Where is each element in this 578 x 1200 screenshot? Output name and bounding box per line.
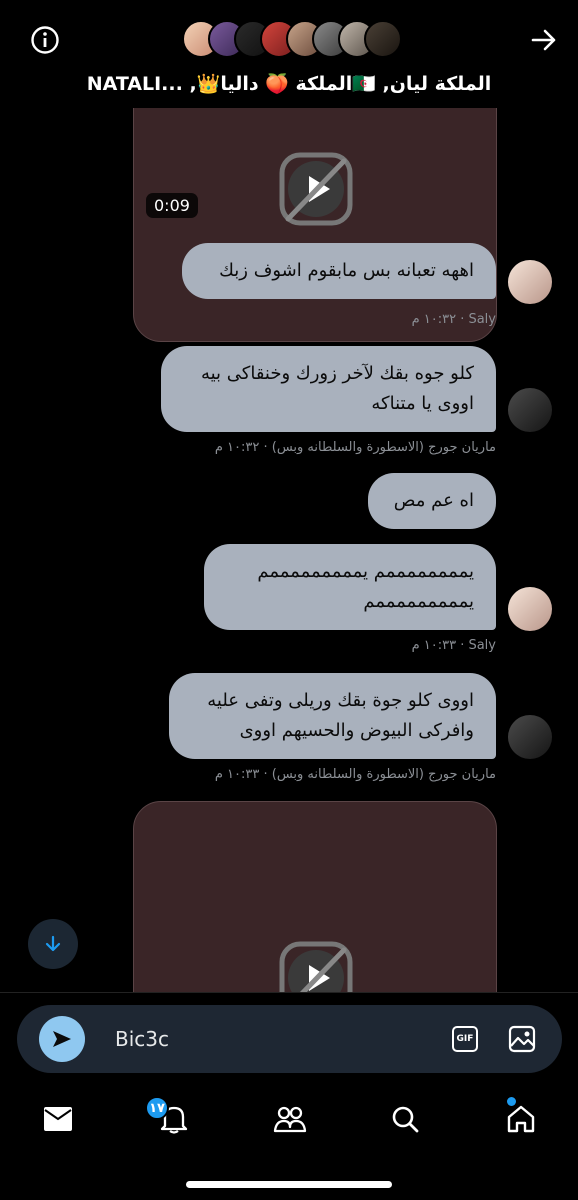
notification-badge: ١٧	[145, 1096, 169, 1120]
message-meta: Saly · ١٠:٣٣ م	[411, 638, 496, 653]
home-unread-dot	[507, 1097, 516, 1106]
group-avatars[interactable]	[182, 20, 402, 58]
avatar	[364, 20, 402, 58]
avatar[interactable]	[508, 388, 552, 432]
home-icon	[507, 1105, 535, 1133]
search-icon	[392, 1106, 419, 1133]
nav-home[interactable]	[491, 1100, 551, 1138]
nav-messages[interactable]	[28, 1100, 88, 1138]
message-bubble[interactable]: اووى كلو جوة بقك وريلى وتفى عليه وافركى …	[169, 673, 496, 759]
send-button[interactable]	[39, 1016, 85, 1062]
avatar[interactable]	[508, 260, 552, 304]
message-bubble[interactable]: كلو جوه بقك لآخر زورك وخنقاكى بيه اووى ي…	[161, 346, 496, 432]
conversation-header: NATALI... ,👑الملكة 🍑 داليا🇩🇿 ,الملكة ليا…	[0, 0, 578, 108]
arrow-right-icon	[531, 29, 556, 51]
message-input[interactable]: Bic3c	[115, 1027, 169, 1051]
avatar[interactable]	[508, 587, 552, 631]
message-meta: Saly · ١٠:٣٢ م	[411, 312, 496, 327]
people-icon	[273, 1106, 307, 1133]
play-icon	[279, 941, 353, 992]
info-circle-icon	[31, 26, 59, 54]
scroll-to-bottom-button[interactable]	[28, 919, 78, 969]
message-composer[interactable]: Bic3c GIF	[17, 1005, 562, 1073]
message-meta: ماريان جورج (الاسطورة والسلطانه وبس) · ١…	[214, 440, 496, 455]
mail-icon	[44, 1107, 72, 1131]
home-indicator[interactable]	[186, 1181, 392, 1188]
message-bubble[interactable]: يممممممممم يمممممممممم يمممممممممم	[204, 544, 496, 630]
composer-bar: Bic3c GIF	[0, 992, 578, 1084]
send-icon	[53, 1031, 71, 1047]
message-bubble[interactable]: اه عم مص	[368, 473, 496, 529]
play-icon	[279, 152, 353, 226]
group-title[interactable]: NATALI... ,👑الملكة 🍑 داليا🇩🇿 ,الملكة ليا…	[0, 72, 578, 95]
message-bubble[interactable]: اههه تعبانه بس مابقوم اشوف زبك	[182, 243, 496, 299]
gif-button[interactable]: GIF	[452, 1026, 478, 1052]
video-message[interactable]	[133, 108, 497, 342]
message-meta: ماريان جورج (الاسطورة والسلطانه وبس) · ١…	[214, 767, 496, 782]
video-duration: 0:09	[146, 193, 198, 218]
nav-search[interactable]	[375, 1100, 435, 1138]
image-icon[interactable]	[507, 1024, 537, 1054]
nav-communities[interactable]	[260, 1100, 320, 1138]
forward-button[interactable]	[526, 22, 562, 58]
arrow-down-icon	[45, 935, 61, 952]
message-list[interactable]: 0:09 اههه تعبانه بس مابقوم اشوف زبك Saly…	[0, 108, 578, 992]
avatar[interactable]	[508, 715, 552, 759]
video-message[interactable]	[133, 801, 497, 992]
info-button[interactable]	[27, 22, 63, 58]
